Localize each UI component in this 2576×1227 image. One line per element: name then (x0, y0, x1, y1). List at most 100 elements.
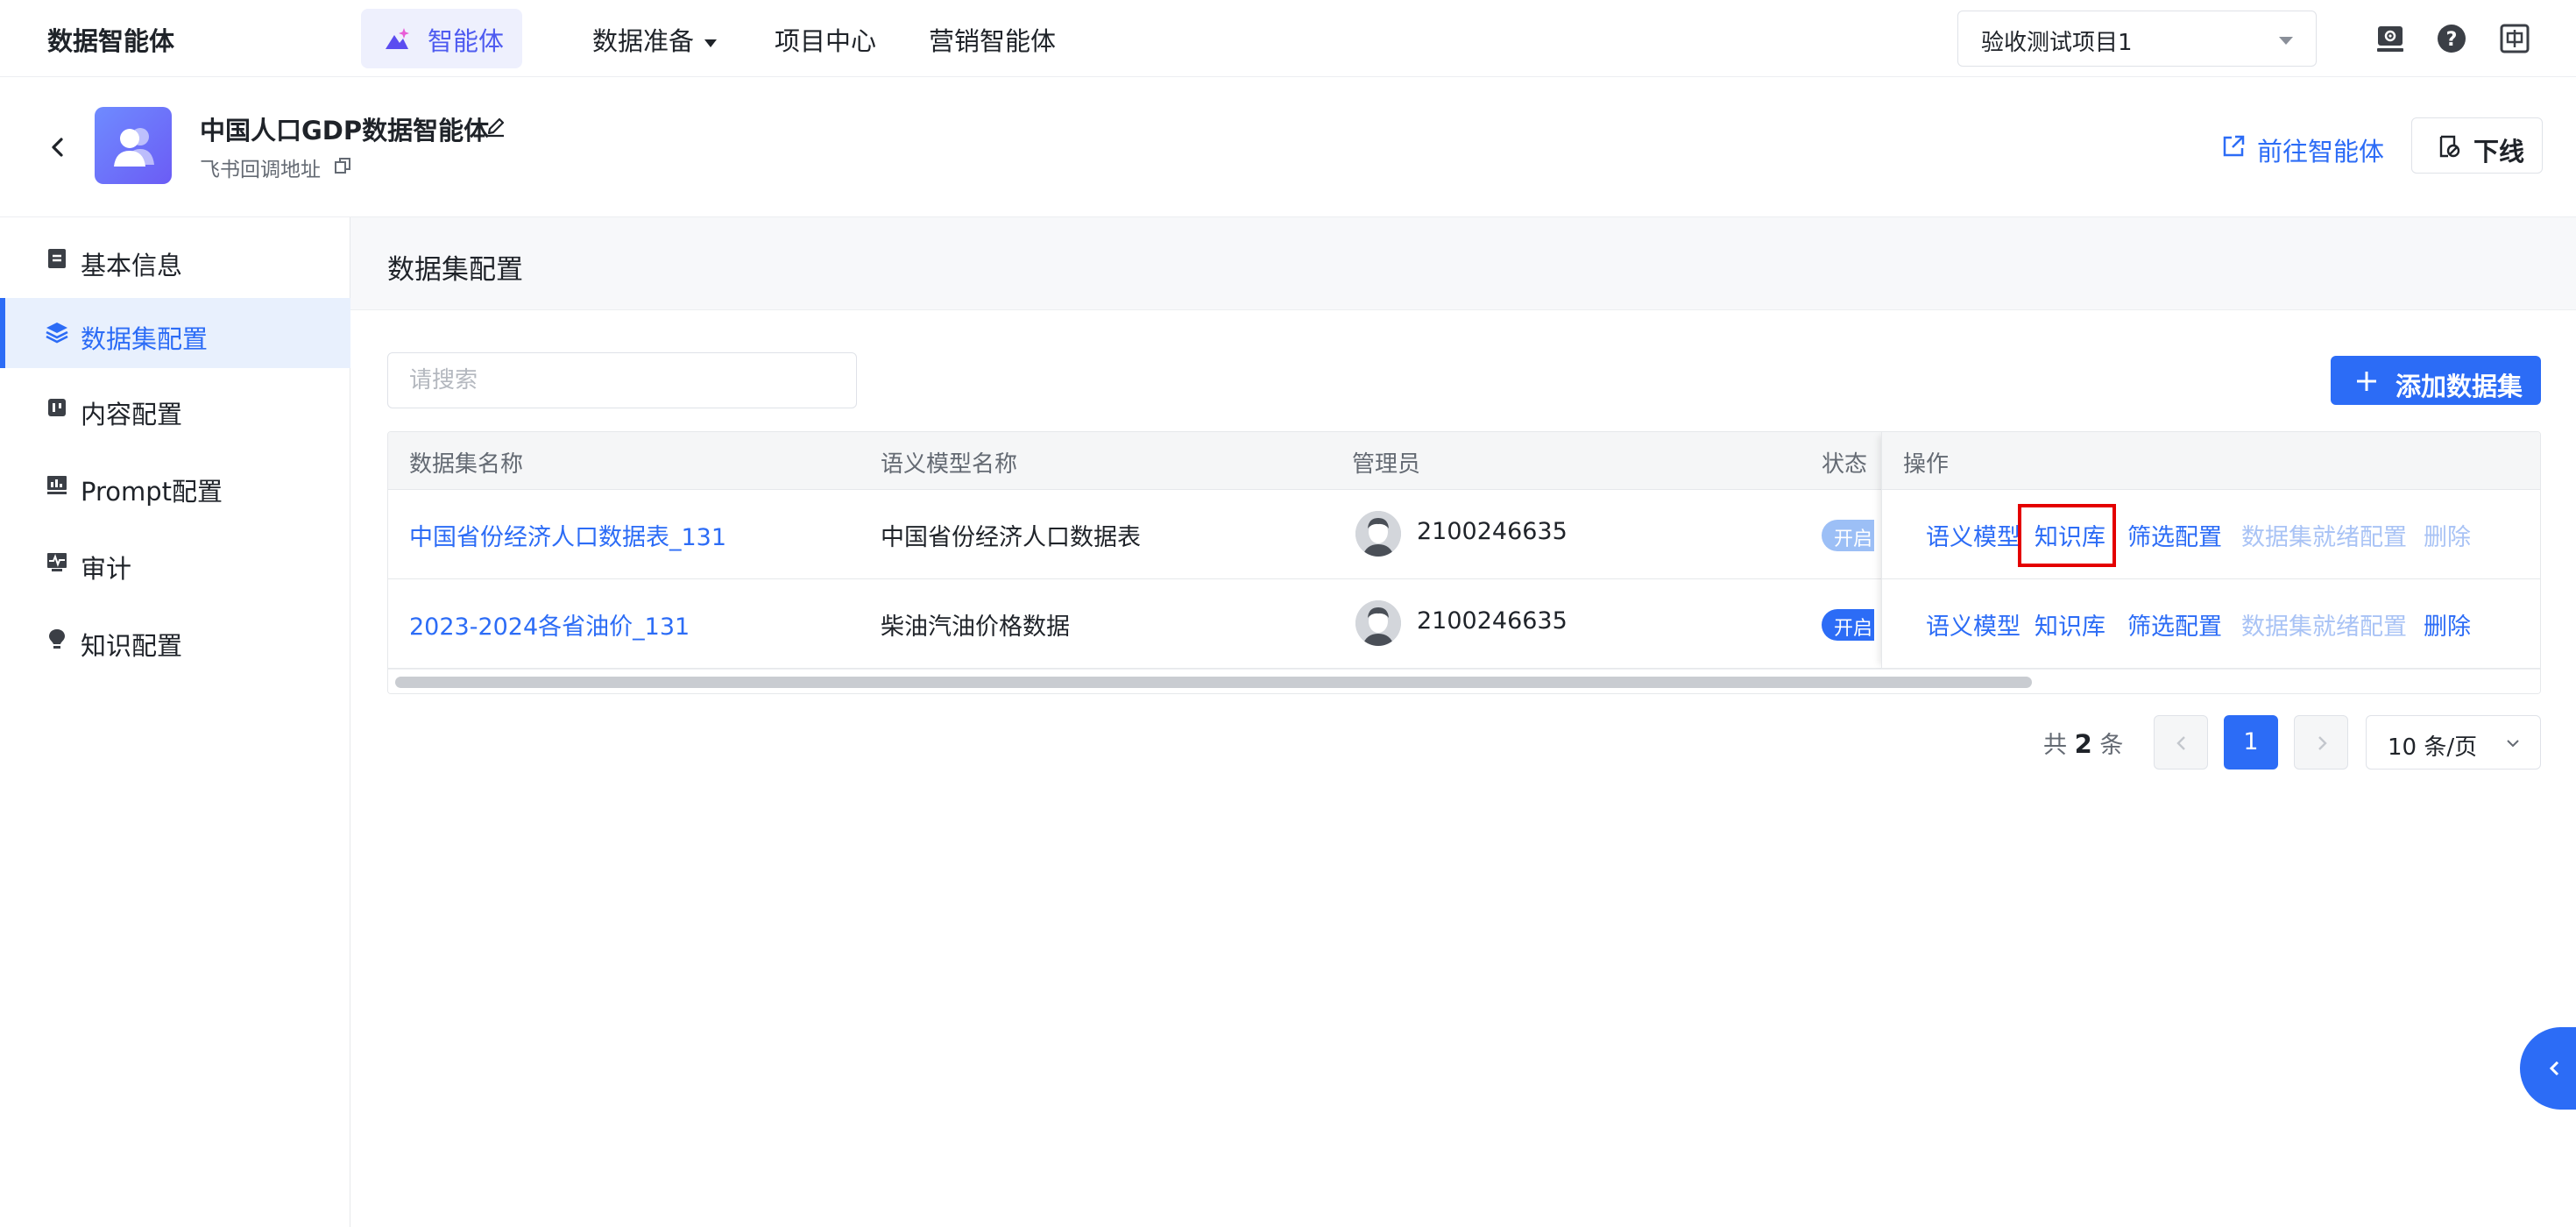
copy-icon[interactable] (333, 156, 352, 175)
agent-title: 中国人口GDP数据智能体 (200, 116, 490, 145)
nav-item-project-center[interactable]: 项目中心 (775, 21, 876, 58)
content-icon (48, 399, 66, 416)
semantic-model-name: 中国省份经济人口数据表 (881, 524, 1141, 551)
total-number: 2 (2074, 729, 2092, 759)
prev-page-button[interactable] (2154, 715, 2208, 770)
dataset-table: 数据集名称 语义模型名称 管理员 状态 中国省份经济人口数据表_131 中国省份… (387, 431, 2541, 694)
dataset-ready-config-action[interactable]: 数据集就绪配置 (2241, 607, 2407, 642)
sidebar-item-label: Prompt配置 (81, 477, 223, 507)
knowledge-base-action[interactable]: 知识库 (2035, 607, 2105, 642)
feishu-callback-label: 飞书回调地址 (200, 159, 321, 181)
delete-action[interactable]: 删除 (2424, 607, 2471, 642)
agent-avatar (95, 107, 172, 184)
filter-config-action[interactable]: 筛选配置 (2127, 607, 2222, 642)
chevron-down-icon (2507, 740, 2519, 748)
plus-icon (2357, 372, 2376, 391)
sidebar-item-basic-info[interactable]: 基本信息 (0, 224, 350, 294)
nav-item-data-prep[interactable]: 数据准备 (592, 21, 718, 58)
dataset-name-link[interactable]: 中国省份经济人口数据表_131 (409, 518, 726, 552)
operations-row: 语义模型 知识库 筛选配置 数据集就绪配置 删除 (1882, 579, 2540, 669)
total-suffix: 条 (2099, 732, 2124, 759)
operations-row: 语义模型 知识库 筛选配置 数据集就绪配置 删除 (1882, 490, 2540, 579)
pulse-icon (47, 553, 67, 571)
admin-id: 2100246635 (1417, 607, 1568, 635)
column-header: 数据集名称 (409, 451, 524, 478)
sidebar-item-label: 审计 (81, 554, 132, 584)
dataset-name-link[interactable]: 2023-2024各省油价_131 (409, 607, 690, 642)
sidebar-item-knowledge-config[interactable]: 知识配置 (0, 605, 350, 675)
offline-button-label: 下线 (2473, 137, 2525, 167)
search-input[interactable] (387, 352, 857, 408)
chevron-right-icon (2318, 736, 2327, 750)
scrollbar-thumb[interactable] (395, 677, 2032, 688)
chevron-left-icon (2176, 736, 2185, 750)
total-count: 共 2 条 (2043, 726, 2123, 760)
horizontal-scrollbar[interactable] (388, 669, 2540, 693)
help-icon[interactable]: ? (2436, 23, 2467, 54)
project-select-value: 验收测试项目1 (1981, 30, 2133, 56)
person-icon (1355, 511, 1401, 557)
operations-column: 操作 语义模型 知识库 筛选配置 数据集就绪配置 删除 语义模型 知识库 筛选配… (1881, 432, 2540, 669)
admin-avatar (1355, 600, 1401, 646)
column-header: 管理员 (1352, 451, 1421, 478)
agent-header: 中国人口GDP数据智能体 飞书回调地址 前往智能体 下线 (0, 77, 2576, 217)
offline-button[interactable]: 下线 (2411, 117, 2543, 174)
edit-icon[interactable] (484, 114, 508, 138)
bulb-icon (49, 629, 65, 649)
app-root: 2100246635 2100246635 2100246635 2100246… (0, 0, 2576, 1227)
settings-panel-icon[interactable] (2374, 23, 2406, 54)
person-icon (1355, 600, 1401, 646)
semantic-model-action[interactable]: 语义模型 (1926, 518, 2020, 552)
main-content: 数据集配置 添加数据集 数据集名称 语义模型名称 管理员 状态 中国省份经济人口… (350, 217, 2576, 1227)
status-toggle[interactable]: 开启 (1822, 520, 1874, 551)
caret-down-icon (704, 39, 718, 47)
add-dataset-label: 添加数据集 (2396, 372, 2523, 401)
nav-item-agents[interactable]: 智能体 (361, 9, 522, 68)
sparkle-mountain-icon (386, 28, 409, 49)
sidebar-item-audit[interactable]: 审计 (0, 528, 350, 598)
delete-action[interactable]: 删除 (2424, 518, 2471, 552)
sidebar-item-label: 知识配置 (81, 631, 183, 661)
offline-doc-icon (2439, 135, 2460, 158)
layers-icon (46, 323, 68, 344)
semantic-model-name: 柴油汽油价格数据 (881, 614, 1070, 641)
page-size-select[interactable]: 10 条/页 (2366, 715, 2541, 770)
chevron-left-icon (2549, 1060, 2559, 1076)
column-header: 状态 (1822, 451, 1868, 478)
sidebar-item-content-config[interactable]: 内容配置 (0, 373, 350, 443)
top-navigation-bar: 数据智能体 智能体 数据准备 项目中心 营销智能体 验收测试项目1 ? (0, 0, 2576, 77)
next-page-button[interactable] (2294, 715, 2348, 770)
table-header: 操作 (1882, 432, 2540, 490)
project-select[interactable]: 验收测试项目1 (1957, 11, 2317, 67)
sidebar-item-label: 数据集配置 (81, 324, 209, 354)
section-title: 数据集配置 (387, 254, 523, 286)
svg-text:?: ? (2446, 29, 2458, 51)
sidebar-item-label: 基本信息 (81, 251, 183, 280)
semantic-model-action[interactable]: 语义模型 (1926, 607, 2020, 642)
goto-agent-link[interactable]: 前往智能体 (2220, 131, 2384, 168)
app-brand[interactable]: 数据智能体 (47, 21, 174, 58)
language-icon[interactable] (2499, 23, 2530, 54)
chevron-down-icon (2279, 37, 2293, 45)
sidebar-item-label: 内容配置 (81, 400, 183, 429)
filter-config-action[interactable]: 筛选配置 (2127, 518, 2222, 552)
status-toggle[interactable]: 开启 (1822, 609, 1874, 641)
sidebar-item-dataset-config[interactable]: 数据集配置 (0, 298, 350, 368)
goto-agent-label: 前往智能体 (2257, 137, 2385, 167)
nav-item-marketing-agent[interactable]: 营销智能体 (929, 21, 1056, 58)
admin-avatar (1355, 511, 1401, 557)
column-header: 操作 (1903, 451, 1950, 478)
add-dataset-button[interactable]: 添加数据集 (2331, 356, 2541, 405)
nav-item-label: 数据准备 (592, 26, 695, 56)
page-size-value: 10 条/页 (2388, 734, 2478, 761)
section-header: 数据集配置 (350, 217, 2576, 310)
user-group-icon (114, 128, 154, 167)
document-icon (48, 249, 66, 268)
sidebar: 基本信息 数据集配置 内容配置 Prompt配置 审计 知识配置 (0, 217, 350, 1227)
back-arrow-icon[interactable] (46, 135, 70, 160)
highlight-box (2018, 504, 2116, 567)
sidebar-item-prompt-config[interactable]: Prompt配置 (0, 450, 350, 521)
external-link-icon (2223, 135, 2245, 157)
dataset-ready-config-action[interactable]: 数据集就绪配置 (2241, 518, 2407, 552)
page-number-button[interactable]: 1 (2224, 715, 2278, 770)
